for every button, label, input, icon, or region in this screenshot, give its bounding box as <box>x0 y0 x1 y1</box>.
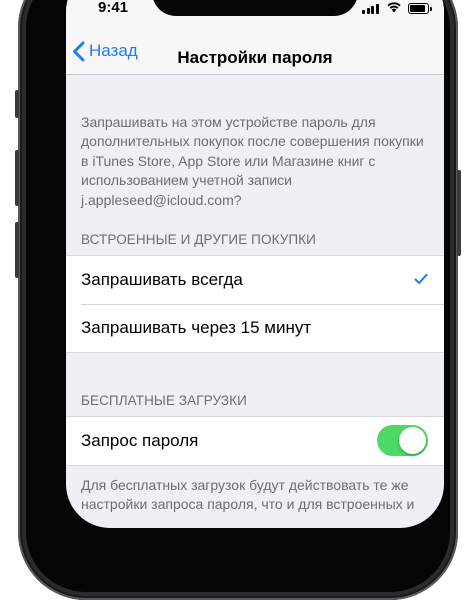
wifi-icon <box>387 2 401 13</box>
checkmark-icon <box>414 273 428 285</box>
free-downloads-footer: Для бесплатных загрузок будут действоват… <box>81 477 415 513</box>
battery-icon <box>408 3 432 14</box>
purchases-options-group: Запрашивать всегда Запрашивать через 15 … <box>66 255 444 354</box>
option-require-after-15-min[interactable]: Запрашивать через 15 минут <box>66 304 444 352</box>
option-label: Запрашивать всегда <box>81 270 243 290</box>
volume-down-button <box>15 222 19 278</box>
section-header-purchases: ВСТРОЕННЫЕ И ДРУГИЕ ПОКУПКИ <box>81 232 316 248</box>
battery-level <box>410 5 426 12</box>
password-request-row: Запрос пароля <box>66 417 444 465</box>
option-always-require[interactable]: Запрашивать всегда <box>66 256 444 304</box>
section-header-free-downloads: БЕСПЛАТНЫЕ ЗАГРУЗКИ <box>81 393 247 409</box>
password-request-label: Запрос пароля <box>81 431 199 451</box>
status-time: 9:41 <box>98 0 129 16</box>
password-request-toggle[interactable] <box>377 425 428 457</box>
cellular-signal-icon <box>362 4 380 14</box>
free-downloads-group: Запрос пароля <box>66 416 444 467</box>
settings-content: Запрашивать на этом устройстве пароль дл… <box>66 75 444 515</box>
phone-frame: 9:41 Назад Настройки пароля Запрашивать … <box>15 0 461 600</box>
side-button <box>457 170 461 256</box>
screen: 9:41 Назад Настройки пароля Запрашивать … <box>66 0 444 528</box>
notch <box>152 0 358 16</box>
navigation-bar: Назад Настройки пароля <box>66 16 444 75</box>
volume-up-button <box>15 150 19 206</box>
option-label: Запрашивать через 15 минут <box>81 318 312 338</box>
password-description: Запрашивать на этом устройстве пароль дл… <box>81 114 424 208</box>
page-title: Настройки пароля <box>177 48 333 67</box>
toggle-knob <box>399 427 426 455</box>
mute-switch <box>15 90 19 118</box>
